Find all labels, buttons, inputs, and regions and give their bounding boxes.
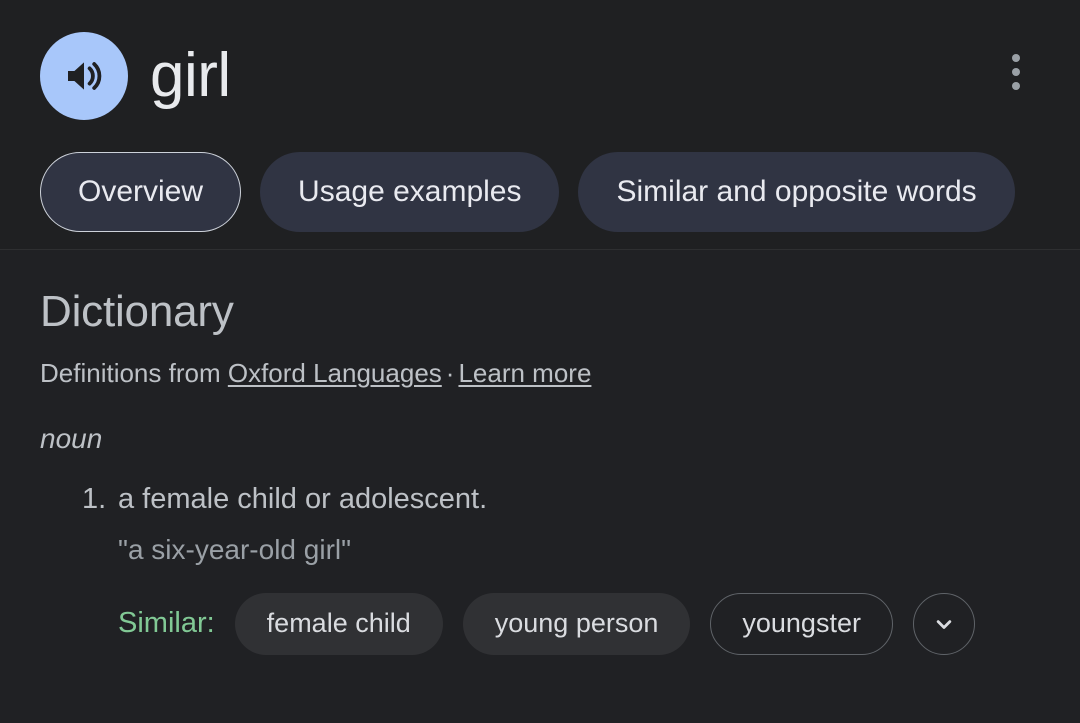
synonym-chip-female-child[interactable]: female child [234, 592, 443, 655]
definition-list: 1. a female child or adolescent. "a six-… [40, 481, 1040, 655]
speaker-volume-icon [60, 52, 108, 100]
synonym-chip-young-person[interactable]: young person [462, 592, 691, 655]
dictionary-content: Dictionary Definitions from Oxford Langu… [0, 250, 1080, 655]
attribution: Definitions from Oxford Languages · Learn … [40, 358, 1040, 389]
synonym-chip-youngster[interactable]: youngster [710, 592, 893, 655]
definition-number: 1. [82, 483, 107, 516]
definition-body: a female child or adolescent. "a six-yea… [118, 481, 1040, 655]
oxford-languages-link[interactable]: Oxford Languages [228, 358, 442, 388]
kebab-dot [1012, 54, 1020, 62]
kebab-dot [1012, 68, 1020, 76]
attribution-separator: · [445, 358, 455, 389]
speaker-volume-icon-button[interactable] [40, 32, 128, 120]
attribution-prefix: Definitions from [40, 358, 228, 389]
definition-text: a female child or adolescent. [118, 483, 488, 516]
dictionary-panel: girl Overview Usage examples Similar and… [0, 0, 1080, 723]
header-word-row: girl [40, 32, 231, 120]
similar-label: Similar: [118, 607, 215, 640]
tab-similar-and-opposite-words[interactable]: Similar and opposite words [578, 152, 1015, 232]
tab-bar: Overview Usage examples Similar and oppo… [40, 152, 1015, 232]
definition-example: "a six-year-old girl" [118, 533, 352, 565]
kebab-dot [1012, 82, 1020, 90]
section-title: Dictionary [40, 287, 234, 336]
tab-overview[interactable]: Overview [40, 152, 242, 232]
header: girl Overview Usage examples Similar and… [0, 0, 1080, 250]
chevron-down-icon [930, 610, 958, 638]
similar-words-row: Similar: female child young person young… [118, 592, 1040, 655]
part-of-speech: noun [40, 423, 103, 455]
expand-synonyms-button[interactable] [912, 592, 975, 655]
definition-item: 1. a female child or adolescent. "a six-… [82, 481, 1040, 655]
kebab-menu-icon[interactable] [998, 52, 1034, 92]
learn-more-link[interactable]: Learn more [458, 358, 591, 388]
tab-usage-examples[interactable]: Usage examples [260, 152, 560, 232]
page-title: girl [150, 41, 231, 110]
